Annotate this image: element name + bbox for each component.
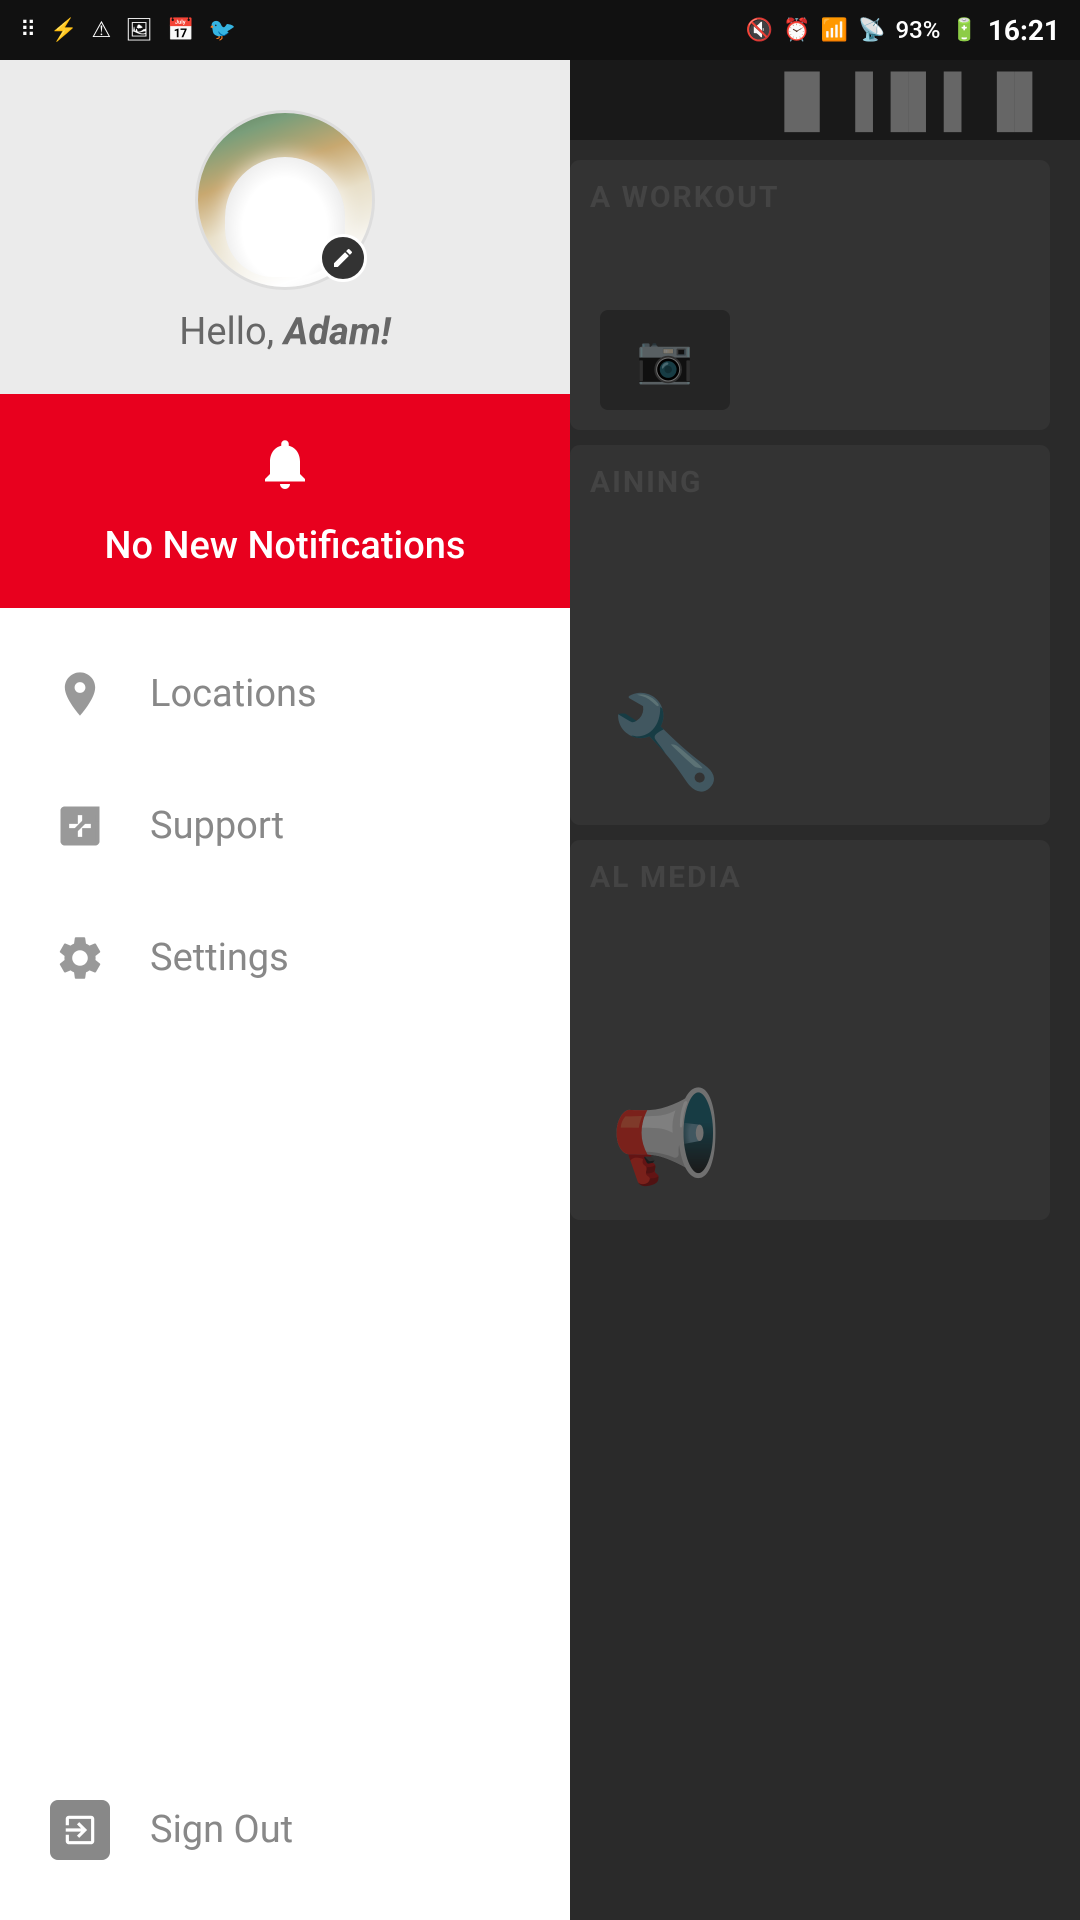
alarm-icon: ⏰: [783, 18, 810, 43]
menu-section: Locations Support Settings: [0, 608, 570, 1770]
locations-label: Locations: [150, 672, 317, 716]
status-right-icons: 🔇 ⏰ 📶 📡 93% 🔋 16:21: [746, 14, 1060, 47]
edit-avatar-button[interactable]: [319, 234, 367, 282]
signout-icon: [50, 1800, 110, 1860]
silent-icon: 🔇: [746, 18, 773, 43]
calendar-icon: 📅: [167, 18, 194, 43]
menu-item-settings[interactable]: Settings: [0, 892, 570, 1024]
drawer-overlay[interactable]: [570, 0, 1080, 1920]
clock: 16:21: [988, 14, 1060, 47]
location-icon: [50, 664, 110, 724]
user-name: Adam!: [284, 310, 391, 354]
navigation-drawer: Hello, Adam! No New Notifications Locati…: [0, 60, 570, 1920]
status-bar: ⠿ ⚡ ⚠ 🖼 📅 🐦 🔇 ⏰ 📶 📡 93% 🔋 16:21: [0, 0, 1080, 60]
support-icon: [50, 796, 110, 856]
usb-icon: ⚡: [50, 18, 77, 43]
battery-percent: 93%: [895, 16, 940, 44]
support-label: Support: [150, 804, 284, 848]
menu-item-support[interactable]: Support: [0, 760, 570, 892]
pencil-icon: [331, 246, 355, 270]
wifi-icon: 📶: [821, 18, 848, 43]
signout-label: Sign Out: [150, 1808, 293, 1852]
signout-section[interactable]: Sign Out: [0, 1770, 570, 1920]
notification-banner[interactable]: No New Notifications: [0, 394, 570, 608]
notification-text: No New Notifications: [105, 524, 466, 568]
twitter-icon: 🐦: [209, 18, 236, 43]
avatar-wrapper[interactable]: [195, 110, 375, 290]
menu-item-locations[interactable]: Locations: [0, 628, 570, 760]
signal-icon: 📡: [858, 18, 885, 43]
warning-icon: ⚠: [92, 18, 112, 43]
battery-icon: 🔋: [950, 18, 977, 43]
settings-icon: [50, 928, 110, 988]
status-left-icons: ⠿ ⚡ ⚠ 🖼 📅 🐦: [20, 18, 236, 43]
bell-icon: [255, 434, 315, 508]
image-icon: 🖼: [125, 18, 153, 43]
menu-dots-icon: ⠿: [20, 18, 36, 43]
profile-section: Hello, Adam!: [0, 60, 570, 394]
settings-label: Settings: [150, 936, 289, 980]
greeting-text: Hello, Adam!: [179, 310, 390, 354]
